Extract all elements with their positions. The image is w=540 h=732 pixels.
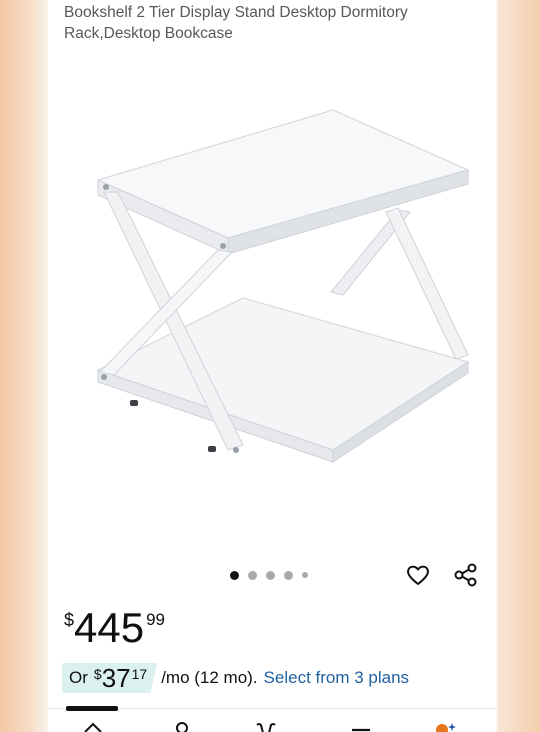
installment-chip: Or $ 37 17 — [62, 663, 158, 693]
profile-icon[interactable] — [169, 719, 195, 732]
gallery-dot[interactable] — [266, 570, 275, 580]
price-currency: $ — [64, 610, 75, 630]
gallery-dot[interactable] — [302, 572, 308, 578]
installment-whole: 37 — [101, 663, 131, 693]
installment-currency: $ — [93, 666, 102, 682]
ai-assistant-icon[interactable] — [432, 719, 458, 732]
product-detail-panel: Bookshelf 2 Tier Display Stand Desktop D… — [48, 0, 496, 732]
product-title: Bookshelf 2 Tier Display Stand Desktop D… — [64, 4, 408, 42]
price-whole: 445 — [74, 604, 145, 651]
share-icon[interactable] — [452, 561, 480, 589]
cart-icon[interactable] — [253, 719, 279, 732]
price: $ 445 99 — [64, 604, 165, 654]
installment-term: /mo (12 mo). — [161, 668, 258, 687]
gallery-pagination[interactable] — [230, 569, 308, 581]
bottom-navigation — [48, 706, 496, 732]
price-fraction: 99 — [146, 610, 166, 629]
installment-fraction: 17 — [131, 666, 148, 682]
menu-icon[interactable] — [348, 719, 374, 732]
heart-icon[interactable] — [404, 561, 432, 589]
select-plans-link[interactable]: Select from 3 plans — [264, 668, 410, 688]
gallery-dot[interactable] — [284, 570, 293, 580]
installment-offer: Or $ 37 17 /mo (12 mo). Select from 3 pl… — [62, 663, 409, 693]
gallery-dot-active[interactable] — [230, 570, 239, 580]
home-icon[interactable] — [80, 719, 106, 732]
product-image[interactable] — [68, 100, 478, 470]
installment-prefix: Or — [69, 668, 88, 687]
gallery-dot[interactable] — [248, 570, 257, 580]
nav-active-indicator — [66, 706, 118, 711]
